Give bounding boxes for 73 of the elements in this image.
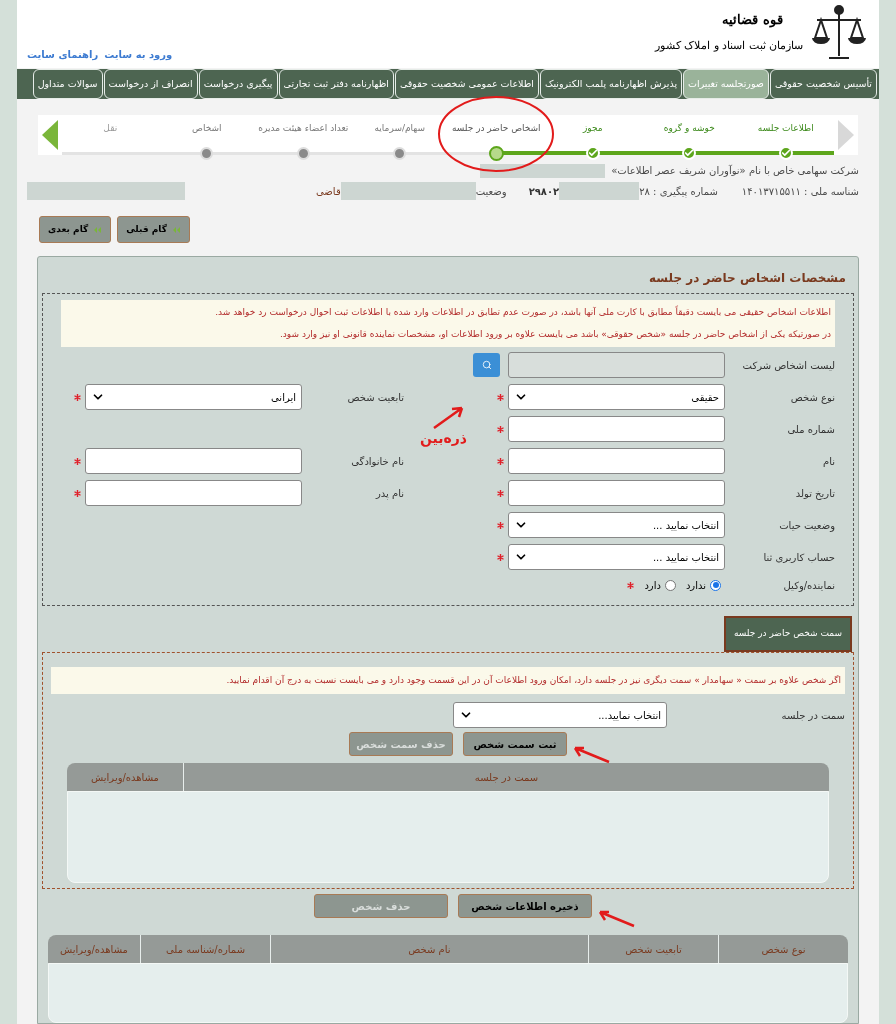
field-label: سمت در جلسه xyxy=(780,708,845,723)
field-label: نام خانوادگی xyxy=(350,454,405,469)
double-chevron-icon xyxy=(172,226,181,233)
left-arrow-icon xyxy=(42,120,58,150)
company-title: شرکت سهامی خاص با نام «نوآوران شریف عصر اطلاعات» xyxy=(611,164,859,178)
header-link[interactable]: راهنمای سایت xyxy=(27,47,99,62)
nav-tab[interactable]: اظهارنامه دفتر ثبت تجارتی xyxy=(278,69,394,99)
field-label: نام پدر xyxy=(374,486,405,501)
section-title: مشخصات اشخاص حاضر در جلسه xyxy=(648,270,847,287)
step-label[interactable]: سهام/سرمایه xyxy=(374,122,425,136)
nav-tab[interactable]: تأسیس شخصیت حقوقی xyxy=(769,69,877,99)
field-label: شماره ملی xyxy=(786,422,835,437)
field-label: نوع شخص xyxy=(789,390,835,405)
company-persons-field[interactable] xyxy=(508,352,725,378)
field-label: لیست اشخاص شرکت xyxy=(741,358,835,373)
select-field[interactable]: انتخاب نمایید ... xyxy=(508,544,725,570)
column-header: مشاهده/ویرایش xyxy=(90,770,160,786)
step-label[interactable]: تعداد اعضاء هیئت مدیره xyxy=(258,122,349,136)
step-label[interactable]: اشخاص حاضر در جلسه xyxy=(451,122,541,136)
column-header: مشاهده/ویرایش xyxy=(59,942,129,958)
notice-text: اطلاعات اشخاص حقیقی می بایست دقیقاً مطابق با کارت ملی آنها باشد، در صورت عدم تطابق در اطلاعات وارد شده با اطلاعات ثبت احوال درخواست رد خواهد شد. xyxy=(214,306,831,319)
field-label: تابعیت شخص xyxy=(346,390,405,405)
step-current-marker xyxy=(488,146,504,161)
nav-tab[interactable]: انصراف از درخواست xyxy=(103,69,198,99)
select-field[interactable]: انتخاب نمایید ... xyxy=(508,512,725,538)
arrow-annotation xyxy=(596,908,636,928)
double-chevron-icon xyxy=(94,226,103,233)
annotation-label: ذره‌بین xyxy=(419,429,467,449)
arrow-annotation xyxy=(571,744,611,764)
field-label: تاریخ تولد xyxy=(794,486,835,501)
action-button[interactable]: ذخیره اطلاعات شخص xyxy=(458,894,592,918)
right-arrow-icon xyxy=(838,120,854,150)
search-icon xyxy=(481,360,492,370)
radio-label: دارد xyxy=(644,578,661,593)
input-field[interactable] xyxy=(85,448,302,474)
input-field[interactable] xyxy=(508,416,725,442)
nav-tab[interactable]: پیگیری درخواست xyxy=(198,69,278,99)
input-field[interactable] xyxy=(85,480,302,506)
org-title: قوه قضائیه xyxy=(722,11,784,30)
select-field[interactable]: حقیقی xyxy=(508,384,725,410)
notice-text: اگر شخص علاوه بر سمت « سهامدار » سمت دیگری نیز در جلسه دارد، امکان ورود اطلاعات آن در این قسمت وجود دارد و می بایست نسبت به درج آن اقدام نمایید. xyxy=(51,666,845,694)
step-label[interactable]: مجوز xyxy=(582,122,603,136)
nav-tab[interactable]: اطلاعات عمومی شخصیت حقوقی xyxy=(394,69,539,99)
notice-text: در صورتیکه یکی از اشخاص حاضر در جلسه «شخص حقوقی» باشد می بایست علاوه بر ورود اطلاعات او، مشخصات نماینده قانونی او نیز وارد شود. xyxy=(278,327,831,341)
status-value: قاضی xyxy=(316,184,341,199)
nav-tab[interactable]: سوالات متداول xyxy=(32,69,103,99)
step-label[interactable]: خوشه و گروه xyxy=(663,122,715,136)
select-field[interactable]: ایرانی xyxy=(85,384,302,410)
field-label: نام xyxy=(821,454,835,469)
input-field[interactable] xyxy=(508,448,725,474)
input-field[interactable] xyxy=(508,480,725,506)
step-button[interactable]: گام قبلی xyxy=(117,216,190,243)
action-button[interactable]: ثبت سمت شخص xyxy=(463,732,567,756)
field-label: حساب کاربری ثنا xyxy=(762,550,835,565)
field-label: وضعیت حیات xyxy=(778,518,835,533)
step-label[interactable]: اطلاعات جلسه xyxy=(757,122,814,136)
header-link[interactable]: ورود به سایت xyxy=(104,47,173,62)
radio-label: ندارد xyxy=(685,578,706,593)
radio-button[interactable] xyxy=(710,579,721,591)
org-subtitle: سازمان ثبت اسناد و املاک کشور xyxy=(654,37,803,54)
scales-emblem-icon xyxy=(809,2,869,62)
national-id: شناسه ملی : ۱۴۰۱۳۷۱۵۵۱۱ xyxy=(741,184,859,199)
status-label: وضعیت xyxy=(475,184,507,199)
tracking-number-tail: ۲۹۸۰۲ xyxy=(528,184,560,199)
section-tab[interactable]: سمت شخص حاضر در جلسه xyxy=(723,616,852,652)
select-field[interactable]: انتخاب نمایید... xyxy=(453,702,667,728)
radio-button[interactable] xyxy=(664,579,676,591)
tracking-number: شماره پیگیری : ۲۸ xyxy=(639,184,718,199)
search-button[interactable] xyxy=(473,353,500,377)
nav-tab[interactable]: پذیرش اظهارنامه پلمب الکترونیک xyxy=(540,69,683,99)
field-label: نماینده/وکیل xyxy=(782,578,835,593)
step-button[interactable]: گام بعدی xyxy=(39,216,112,243)
step-label[interactable]: اشخاص xyxy=(192,122,222,136)
